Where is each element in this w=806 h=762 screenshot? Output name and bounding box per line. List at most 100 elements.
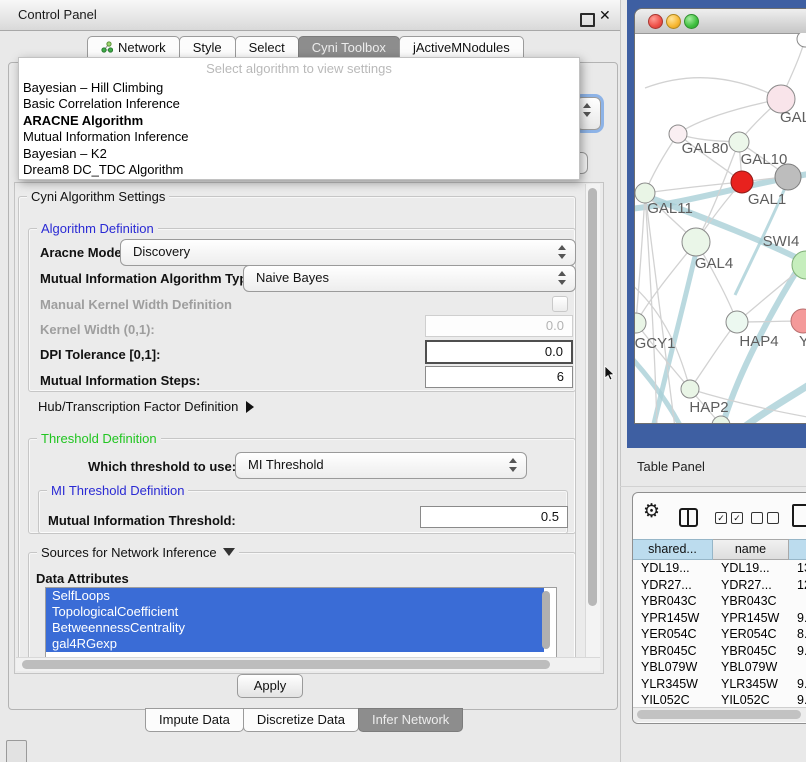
algorithm-option-mutual-information-inference[interactable]: Mutual Information Inference [19,129,579,145]
document-icon[interactable] [792,504,806,527]
table-cell: 8. [789,626,806,643]
node-label: HAP4 [739,333,778,350]
list-scrollbar-thumb[interactable] [542,591,550,649]
tab-label: jActiveMNodules [413,40,510,55]
sources-toggle[interactable]: Sources for Network Inference [37,545,239,560]
close-traffic-light[interactable] [648,14,663,29]
attribute-item-gal4rgexp[interactable]: gal4RGexp [46,636,544,652]
node-label: GAL10 [741,151,788,168]
tab-label: Network [118,40,166,55]
gear-icon[interactable]: ⚙ [643,500,660,523]
kernel-width-label: Kernel Width (0,1): [40,322,155,337]
apply-button[interactable]: Apply [237,674,303,698]
vertical-scrollbar-thumb[interactable] [588,188,597,606]
table-row[interactable]: YER054CYER054C8. [633,626,806,643]
mi-threshold-field[interactable]: 0.5 [420,506,568,528]
attribute-item-topologicalcoefficient[interactable]: TopologicalCoefficient [46,604,544,620]
aracne-mode-select[interactable]: Discovery [120,239,576,266]
tab-discretize-data[interactable]: Discretize Data [243,708,359,732]
dropdown-placeholder: Select algorithm to view settings [19,61,579,76]
table-row[interactable]: YDL19...YDL19...13 [633,560,806,577]
hub-definition-toggle[interactable]: Hub/Transcription Factor Definition [38,399,254,414]
dpi-tolerance-label: DPI Tolerance [0,1]: [40,347,160,362]
table-row[interactable]: YPR145WYPR145W9. [633,610,806,627]
column-header-shared[interactable]: shared... [633,539,713,560]
checkbox-unchecked-icon [767,512,779,524]
network-window-titlebar[interactable] [635,9,806,34]
table-cell: YIL052C [713,692,789,707]
algorithm-option-aracne-algorithm[interactable]: ARACNE Algorithm [19,113,579,129]
network-canvas[interactable]: GALGAL80GAL10GAL1GAL11SWI4GAL4GCY1HAP4YH… [635,33,806,423]
collapse-down-icon [223,548,235,556]
network-edge[interactable] [739,381,806,423]
column-header-col2[interactable] [789,539,806,560]
tab-label: Cyni Toolbox [312,40,386,55]
table-cell: YDL19... [633,560,713,577]
group-title: Cyni Algorithm Settings [27,189,169,204]
network-node[interactable] [797,33,806,47]
split-columns-icon[interactable] [679,508,698,527]
attribute-item-betweennesscentrality[interactable]: BetweennessCentrality [46,620,544,636]
mini-grip-button[interactable] [6,740,27,762]
float-window-icon[interactable] [580,13,595,27]
column-header-name[interactable]: name [713,539,789,560]
algorithm-option-bayesian-k2[interactable]: Bayesian – K2 [19,146,579,162]
network-node[interactable] [682,228,710,256]
table-cell: YBL079W [713,659,789,676]
spinner-arrows-icon [509,458,517,472]
checked-columns-icon[interactable]: ✓ ✓ [715,512,743,524]
table-cell: 13 [789,560,806,577]
tab-infer-network[interactable]: Infer Network [358,708,463,732]
table-row[interactable]: YLR345WYLR345W9. [633,676,806,693]
algorithm-option-bayesian-hill-climbing[interactable]: Bayesian – Hill Climbing [19,80,579,96]
network-node[interactable] [731,171,753,193]
table-cell: YIL052C [633,692,713,707]
node-label: Y [799,333,806,350]
table-cell: YBR043C [713,593,789,610]
network-edge[interactable] [645,78,781,99]
network-node[interactable] [635,313,646,333]
mi-type-select[interactable]: Naive Bayes [243,265,576,292]
table-cell: YPR145W [713,610,789,627]
algorithm-option-dream8-dc-tdc-algorithm[interactable]: Dream8 DC_TDC Algorithm [19,162,579,178]
node-label: GAL1 [748,191,786,208]
table-row[interactable]: YBR043CYBR043C [633,593,806,610]
network-edge[interactable] [690,322,737,389]
horizontal-scrollbar-thumb[interactable] [22,660,550,669]
table-row[interactable]: YIL052CYIL052C9. [633,692,806,707]
table-row[interactable]: YBL079WYBL079W [633,659,806,676]
tab-impute-data[interactable]: Impute Data [145,708,244,732]
unchecked-columns-icon[interactable] [751,512,779,524]
data-attributes-list[interactable]: SelfLoopsTopologicalCoefficientBetweenne… [45,587,557,659]
table-row[interactable]: YDR27...YDR27...12 [633,577,806,594]
zoom-traffic-light[interactable] [684,14,699,29]
manual-kernel-checkbox[interactable] [552,296,568,312]
which-threshold-select[interactable]: MI Threshold [235,452,527,479]
minimize-traffic-light[interactable] [666,14,681,29]
horizontal-scrollbar[interactable] [16,657,600,671]
node-label: GAL80 [682,140,729,157]
network-edge[interactable] [636,193,645,323]
table-cell: YER054C [633,626,713,643]
node-label: HAP2 [689,399,728,416]
mouse-cursor [604,365,616,382]
table-scrollbar-thumb[interactable] [637,710,801,719]
algorithm-dropdown[interactable]: Select algorithm to view settings Bayesi… [18,57,580,180]
network-node[interactable] [726,311,748,333]
network-node[interactable] [791,309,806,333]
network-node[interactable] [729,132,749,152]
close-icon[interactable]: ✕ [599,6,611,24]
table-horizontal-scrollbar[interactable] [633,707,806,722]
vertical-scrollbar[interactable] [585,184,600,670]
algorithm-option-basic-correlation-inference[interactable]: Basic Correlation Inference [19,96,579,112]
dpi-tolerance-field[interactable]: 0.0 [425,340,573,364]
sources-title: Sources for Network Inference [41,545,217,560]
kernel-width-field[interactable]: 0.0 [425,315,573,337]
network-edge[interactable] [645,193,657,423]
table-row[interactable]: YBR045CYBR045C9. [633,643,806,660]
network-edge[interactable] [678,99,781,134]
mi-steps-field[interactable]: 6 [425,366,573,388]
attribute-item-selfloops[interactable]: SelfLoops [46,588,544,604]
table-cell: YBL079W [633,659,713,676]
network-node[interactable] [681,380,699,398]
